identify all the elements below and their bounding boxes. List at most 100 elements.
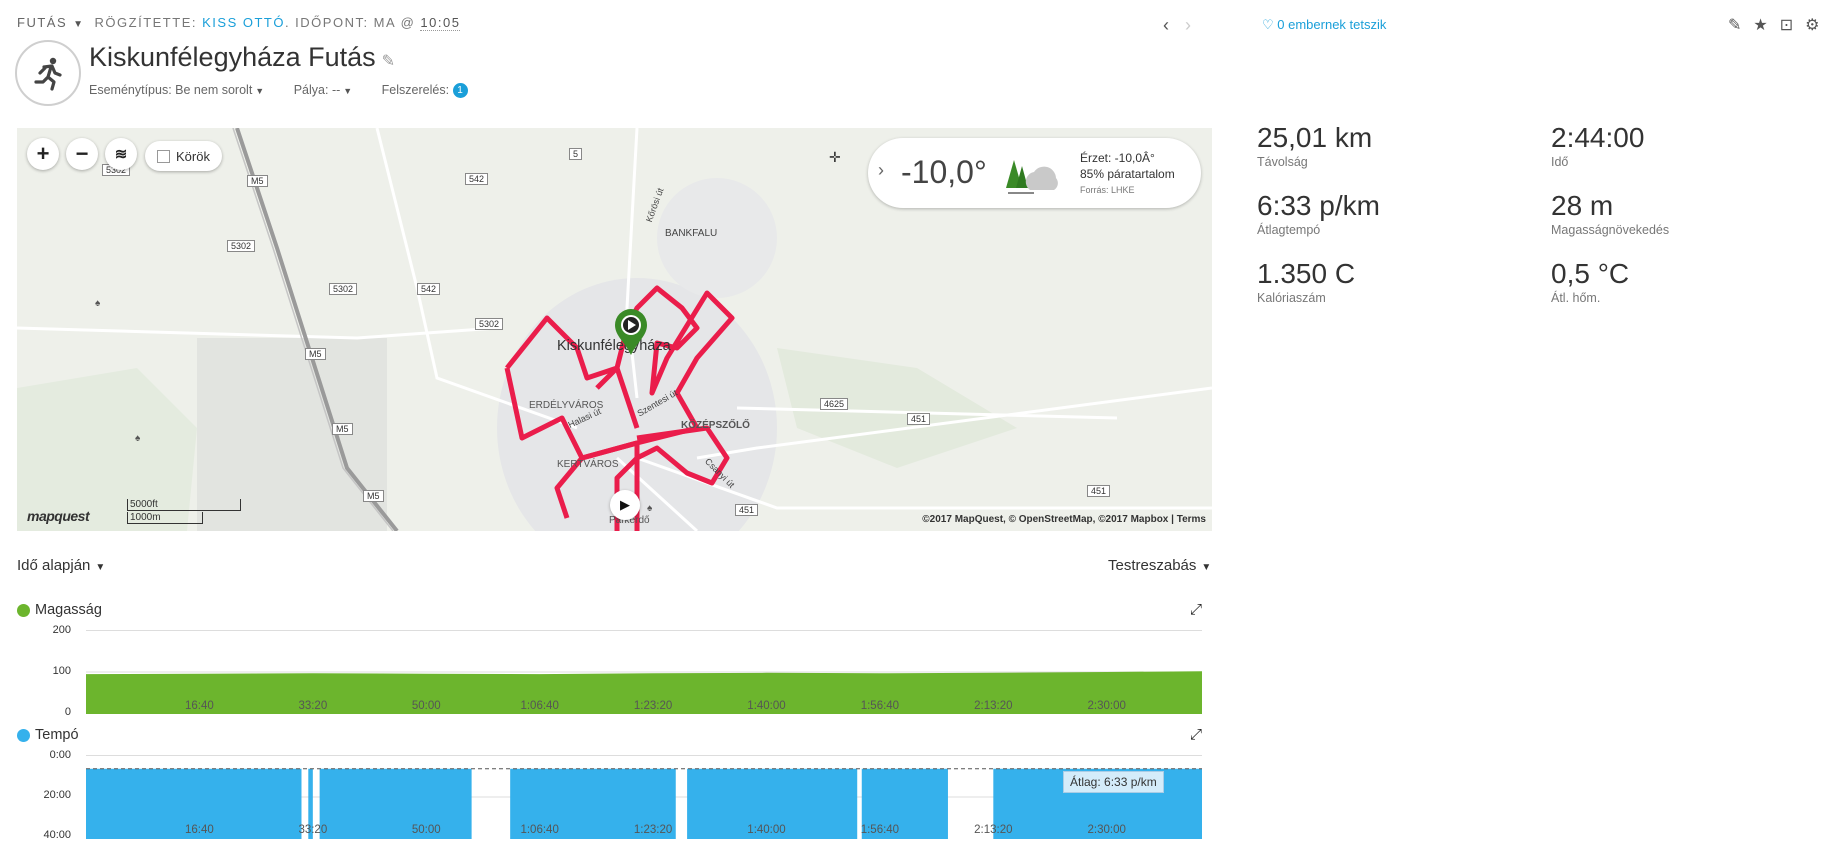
pace-chart-label[interactable]: Tempó [17, 727, 79, 743]
poi-icon: ♠ [95, 298, 101, 309]
start-marker-icon[interactable] [613, 308, 649, 356]
stat-distance: 25,01 km Távolság [1257, 122, 1372, 169]
weather-details: Érzet: -10,0Â° 85% páratartalom Forrás: … [1080, 150, 1175, 198]
activity-toolbar: ✎★⊡⚙ [1728, 15, 1832, 35]
edit-title-icon[interactable]: ✎ [382, 53, 395, 70]
stat-value: 1.350 C [1257, 258, 1356, 289]
stat-avg-pace: 6:33 p/km Átlagtempó [1257, 190, 1380, 237]
elevation-chart-label[interactable]: Magasság [17, 602, 102, 618]
pace-title: Tempó [35, 727, 79, 743]
x-tick: 33:20 [298, 700, 328, 712]
stat-label: Átlagtempó [1257, 223, 1321, 237]
edit-icon[interactable]: ✎ [1728, 17, 1753, 34]
stat-label: Kalóriaszám [1257, 291, 1326, 305]
gear-count-badge: 1 [452, 83, 468, 99]
mapquest-logo[interactable]: mapquest [27, 508, 90, 524]
laps-toggle[interactable]: Körök [145, 141, 222, 171]
weather-cloud-trees-icon [1006, 160, 1058, 194]
expand-pace-icon[interactable]: ⤢ [1190, 726, 1202, 743]
x-tick: 2:30:00 [1087, 700, 1126, 712]
road-shield: 451 [735, 504, 759, 516]
road-shield: 5 [569, 148, 583, 160]
chevron-down-icon: ▼ [1201, 562, 1212, 573]
breadcrumb: FUTÁS ▼ RÖGZÍTETTE: KISS OTTÓ. IDŐPONT: MA… [17, 15, 461, 31]
laps-checkbox[interactable] [157, 149, 170, 163]
activity-type-caret-icon[interactable]: ▼ [73, 19, 84, 30]
lock-icon[interactable]: ⊡ [1780, 17, 1805, 34]
x-tick: 16:40 [185, 824, 214, 836]
route-map[interactable]: Kiskunfélegyháza BANKFALU ERDÉLYVÁROS KÖ… [17, 128, 1212, 531]
zoom-out-button[interactable]: − [66, 138, 98, 170]
star-icon[interactable]: ★ [1753, 17, 1779, 34]
course-select[interactable]: Pálya: -- ▼ [294, 83, 352, 97]
weather-temp: -10,0° [901, 154, 987, 190]
crosshair-icon: ✛ [829, 149, 841, 165]
x-tick: 1:56:40 [860, 824, 900, 836]
road-shield: M5 [305, 348, 326, 360]
recorded-by-label: RÖGZÍTETTE: [94, 15, 197, 30]
stat-calories: 1.350 C Kalóriaszám [1257, 258, 1355, 305]
x-tick: 50:00 [411, 700, 441, 712]
previous-activity-icon[interactable]: ‹ [1163, 15, 1169, 35]
poi-icon: ♠ [647, 503, 653, 514]
road-shield: 5302 [329, 283, 358, 295]
chevron-down-icon: ▼ [95, 562, 106, 573]
y-tick: 100 [52, 665, 71, 677]
road-shield: 4625 [820, 398, 849, 410]
road-shield: 542 [465, 173, 489, 185]
activity-type[interactable]: FUTÁS [17, 15, 67, 30]
road-shield: 5302 [227, 240, 256, 252]
activity-meta: Eseménytípus: Be nem sorolt ▼ Pálya: -- ▼ … [89, 83, 494, 99]
weather-source: Forrás: LHKE [1080, 185, 1135, 195]
zoom-in-button[interactable]: + [27, 138, 59, 170]
stat-label: Távolság [1257, 155, 1308, 169]
customize-label: Testreszabás [1108, 557, 1197, 574]
road-shield: 451 [1087, 485, 1111, 497]
road-shield: M5 [332, 423, 353, 435]
pace-average-label: Átlag: 6:33 p/km [1063, 771, 1164, 793]
y-tick: 20:00 [43, 789, 71, 801]
x-tick: 1:06:40 [520, 824, 559, 836]
playback-button[interactable]: ▶ [610, 490, 640, 520]
runner-icon [34, 57, 62, 91]
x-tick: 1:56:40 [860, 700, 900, 712]
laps-label: Körök [176, 148, 210, 164]
time-value[interactable]: 10:05 [420, 15, 461, 31]
road-shield: 5302 [475, 318, 504, 330]
course-label: Pálya: [293, 83, 329, 97]
page-title-text: Kiskunfélegyháza Futás [89, 42, 376, 72]
x-tick: 2:13:20 [974, 700, 1013, 712]
x-axis-mode-select[interactable]: Idő alapján ▼ [17, 557, 105, 574]
pace-legend-dot [17, 728, 30, 742]
settings-gear-icon[interactable]: ⚙ [1805, 17, 1831, 34]
event-type-label: Eseménytípus: [89, 83, 172, 97]
chevron-down-icon: ▼ [255, 86, 265, 96]
likes-link[interactable]: ♡ 0 embernek tetszik [1262, 17, 1386, 33]
map-scale: 5000ft 1000m [127, 498, 241, 524]
time-label: . IDŐPONT: MA @ [284, 15, 416, 30]
expand-elevation-icon[interactable]: ⤢ [1190, 601, 1202, 618]
activity-avatar [15, 40, 81, 106]
stat-elevation-gain: 28 m Magasságnövekedés [1551, 190, 1669, 237]
road-shield: 451 [907, 413, 931, 425]
heart-icon: ♡ [1262, 17, 1274, 32]
gear-label: Felszerelés: [381, 83, 450, 97]
layers-button[interactable]: ≋ [105, 138, 137, 170]
map-label-kozeszolo: KÖZÉPSZŐLŐ [681, 420, 750, 431]
event-type-select[interactable]: Eseménytípus: Be nem sorolt ▼ [89, 83, 264, 97]
next-activity-icon[interactable]: › [1185, 15, 1191, 35]
weather-expand-icon[interactable]: › [878, 160, 884, 181]
x-tick: 33:20 [298, 824, 328, 836]
scale-m: 1000m [127, 512, 203, 524]
gear-link[interactable]: Felszerelés: 1 [381, 83, 468, 99]
weather-humidity: 85% páratartalom [1080, 167, 1175, 181]
x-tick: 16:40 [185, 700, 214, 712]
road-shield: 542 [417, 283, 441, 295]
stat-avg-temp: 0,5 °C Átl. hőm. [1551, 258, 1629, 305]
road-shield: M5 [247, 175, 268, 187]
map-attribution[interactable]: ©2017 MapQuest, © OpenStreetMap, ©2017 M… [922, 514, 1206, 525]
customize-select[interactable]: Testreszabás ▼ [1108, 557, 1211, 574]
scale-ft: 5000ft [127, 499, 241, 511]
pace-x-axis: 16:40 33:20 50:00 1:06:40 1:23:20 1:40:00 1:56… [86, 824, 1202, 840]
recorded-by-name[interactable]: KISS OTTÓ [202, 15, 285, 30]
